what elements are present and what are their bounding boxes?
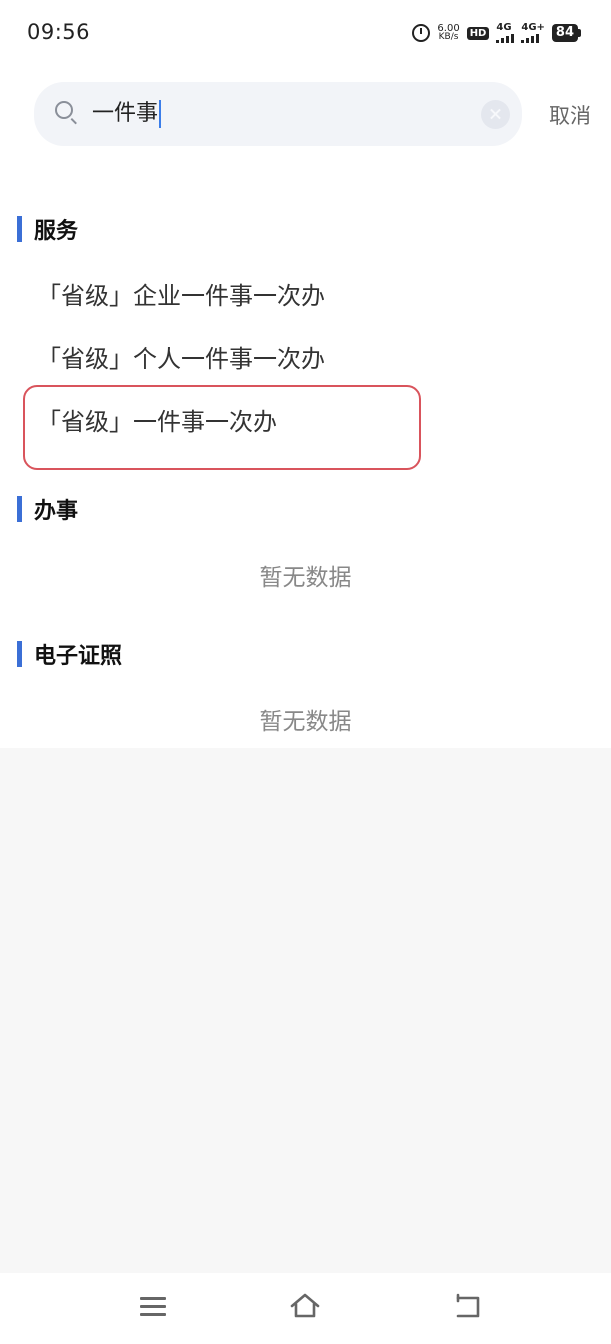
certificates-empty-text: 暂无数据 — [259, 709, 352, 735]
section-services-label: 服务 — [34, 219, 79, 244]
search-icon — [55, 101, 73, 119]
service-result-item[interactable]: 「省级」企业一件事一次办 — [37, 276, 325, 311]
signal-4g-icon: 4G — [496, 22, 515, 43]
affairs-empty-text: 暂无数据 — [259, 565, 352, 591]
signal-bars-icon — [521, 33, 540, 43]
alarm-icon — [412, 24, 431, 42]
status-time: 09:56 — [27, 20, 91, 44]
section-accent-bar — [17, 641, 22, 667]
clear-icon[interactable] — [481, 100, 510, 129]
menu-icon[interactable] — [140, 1297, 166, 1317]
hd-icon: HD — [466, 26, 490, 40]
network-speed: 6.00 KB/s — [437, 24, 459, 42]
section-services-title: 服务 — [17, 216, 79, 244]
section-certificates-title: 电子证照 — [17, 641, 123, 669]
highlight-annotation-box — [23, 385, 421, 470]
signal-4g-plus-label: 4G+ — [521, 22, 545, 33]
back-icon[interactable] — [452, 1293, 482, 1321]
cancel-button[interactable]: 取消 — [549, 100, 591, 130]
search-input[interactable]: 一件事 — [92, 98, 162, 130]
home-icon[interactable] — [289, 1291, 321, 1321]
section-accent-bar — [17, 496, 22, 522]
status-icons: 6.00 KB/s HD 4G 4G+ 84 — [412, 20, 581, 46]
section-affairs-title: 办事 — [17, 496, 79, 524]
battery-icon: 84 — [551, 24, 581, 42]
signal-4g-label: 4G — [496, 22, 512, 33]
system-navigation-bar — [0, 1273, 611, 1344]
section-accent-bar — [17, 216, 22, 242]
section-certificates-label: 电子证照 — [34, 644, 123, 669]
network-speed-unit: KB/s — [438, 32, 459, 42]
signal-bars-icon — [496, 33, 515, 43]
section-affairs-label: 办事 — [34, 499, 79, 524]
status-bar: 09:56 6.00 KB/s HD 4G 4G+ 84 — [0, 0, 611, 68]
service-result-item[interactable]: 「省级」个人一件事一次办 — [37, 339, 325, 374]
signal-4g-plus-icon: 4G+ — [521, 23, 545, 43]
blank-content-area — [0, 748, 611, 1273]
text-caret — [159, 100, 162, 128]
search-bar[interactable]: 一件事 — [34, 82, 522, 146]
search-query: 一件事 — [92, 101, 159, 126]
battery-level: 84 — [551, 24, 578, 42]
